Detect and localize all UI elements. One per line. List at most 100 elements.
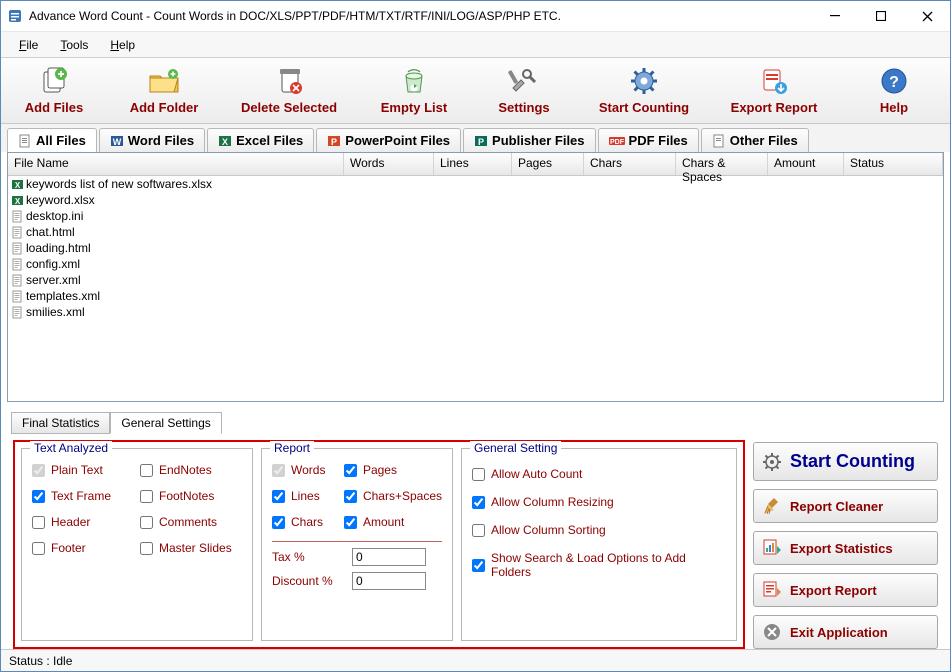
tab-all-files[interactable]: All Files: [7, 128, 97, 152]
file-type-icon: [10, 226, 24, 239]
table-row[interactable]: Xkeywords list of new softwares.xlsx: [8, 176, 943, 192]
tab-general-settings[interactable]: General Settings: [110, 412, 221, 434]
col-chars[interactable]: Chars: [584, 153, 676, 175]
chk-column-sorting[interactable]: Allow Column Sorting: [472, 523, 726, 537]
table-row[interactable]: chat.html: [8, 224, 943, 240]
start-counting-button[interactable]: Start Counting: [581, 62, 707, 117]
report-group: Report Words Pages Lines Chars+Spaces Ch…: [261, 448, 453, 641]
chk-show-search-load[interactable]: Show Search & Load Options to Add Folder…: [472, 551, 726, 579]
chk-chars-spaces[interactable]: Chars+Spaces: [344, 489, 442, 503]
lower-panel: Text Analyzed Plain Text EndNotes Text F…: [7, 440, 944, 649]
svg-text:?: ?: [889, 74, 899, 91]
chk-lines[interactable]: Lines: [272, 489, 338, 503]
chk-words[interactable]: Words: [272, 463, 338, 477]
file-name-cell: chat.html: [24, 225, 75, 239]
publisher-icon: P: [474, 134, 488, 148]
titlebar: Advance Word Count - Count Words in DOC/…: [1, 1, 950, 32]
grid-body[interactable]: Xkeywords list of new softwares.xlsxXkey…: [8, 176, 943, 401]
export-report-side-button[interactable]: Export Report: [753, 573, 938, 607]
menu-file[interactable]: File: [9, 36, 48, 54]
tax-input[interactable]: [352, 548, 426, 566]
chk-column-resizing[interactable]: Allow Column Resizing: [472, 495, 726, 509]
table-row[interactable]: loading.html: [8, 240, 943, 256]
file-name-cell: keyword.xlsx: [24, 193, 95, 207]
start-counting-main-button[interactable]: Start Counting: [753, 442, 938, 481]
tab-pdf-files[interactable]: PDFPDF Files: [598, 128, 699, 152]
tab-publisher-files[interactable]: PPublisher Files: [463, 128, 595, 152]
export-icon: [759, 66, 789, 96]
table-row[interactable]: config.xml: [8, 256, 943, 272]
chk-pages[interactable]: Pages: [344, 463, 442, 477]
table-row[interactable]: templates.xml: [8, 288, 943, 304]
tab-ppt-files[interactable]: PPowerPoint Files: [316, 128, 461, 152]
empty-list-icon: [400, 66, 428, 96]
file-icon: [712, 134, 726, 148]
broom-icon: [762, 496, 782, 516]
export-stats-icon: [762, 538, 782, 558]
exit-application-button[interactable]: Exit Application: [753, 615, 938, 649]
file-type-icon: [10, 306, 24, 319]
delete-selected-button[interactable]: Delete Selected: [221, 62, 357, 117]
col-chars-spaces[interactable]: Chars & Spaces: [676, 153, 768, 175]
chk-chars[interactable]: Chars: [272, 515, 338, 529]
empty-list-button[interactable]: Empty List: [361, 62, 467, 117]
add-files-button[interactable]: Add Files: [1, 62, 107, 117]
tax-label: Tax %: [272, 550, 346, 564]
tab-word-files[interactable]: WWord Files: [99, 128, 205, 152]
svg-text:P: P: [478, 137, 484, 147]
col-status[interactable]: Status: [844, 153, 943, 175]
tab-excel-files[interactable]: XExcel Files: [207, 128, 314, 152]
close-button[interactable]: [904, 1, 950, 31]
file-name-cell: smilies.xml: [24, 305, 85, 319]
gear-icon: [629, 66, 659, 96]
chk-auto-count[interactable]: Allow Auto Count: [472, 467, 726, 481]
file-icon: [18, 134, 32, 148]
chk-footer[interactable]: Footer: [32, 541, 134, 555]
lower-tabs: Final Statistics General Settings: [11, 412, 950, 434]
file-type-icon: X: [10, 194, 24, 207]
chk-comments[interactable]: Comments: [140, 515, 242, 529]
svg-text:X: X: [222, 137, 228, 147]
file-grid: File Name Words Lines Pages Chars Chars …: [7, 152, 944, 402]
gear-icon: [762, 452, 782, 472]
menu-help[interactable]: Help: [100, 36, 145, 54]
discount-input[interactable]: [352, 572, 426, 590]
tab-other-files[interactable]: Other Files: [701, 128, 809, 152]
status-text: Status : Idle: [9, 654, 72, 668]
col-filename[interactable]: File Name: [8, 153, 344, 175]
chk-amount[interactable]: Amount: [344, 515, 442, 529]
help-button[interactable]: ? Help: [841, 62, 947, 117]
settings-button[interactable]: Settings: [471, 62, 577, 117]
table-row[interactable]: desktop.ini: [8, 208, 943, 224]
export-report-button[interactable]: Export Report: [711, 62, 837, 117]
tab-final-statistics[interactable]: Final Statistics: [11, 412, 110, 434]
chk-master-slides[interactable]: Master Slides: [140, 541, 242, 555]
chk-endnotes[interactable]: EndNotes: [140, 463, 242, 477]
chk-text-frame[interactable]: Text Frame: [32, 489, 134, 503]
col-words[interactable]: Words: [344, 153, 434, 175]
file-name-cell: keywords list of new softwares.xlsx: [24, 177, 212, 191]
report-cleaner-button[interactable]: Report Cleaner: [753, 489, 938, 523]
col-lines[interactable]: Lines: [434, 153, 512, 175]
table-row[interactable]: smilies.xml: [8, 304, 943, 320]
chk-header[interactable]: Header: [32, 515, 134, 529]
chk-footnotes[interactable]: FootNotes: [140, 489, 242, 503]
text-analyzed-group: Text Analyzed Plain Text EndNotes Text F…: [21, 448, 253, 641]
help-icon: ?: [880, 67, 908, 95]
menu-tools[interactable]: Tools: [50, 36, 98, 54]
file-type-icon: [10, 258, 24, 271]
table-row[interactable]: server.xml: [8, 272, 943, 288]
col-pages[interactable]: Pages: [512, 153, 584, 175]
add-folder-button[interactable]: Add Folder: [111, 62, 217, 117]
maximize-button[interactable]: [858, 1, 904, 31]
file-name-cell: loading.html: [24, 241, 91, 255]
export-statistics-button[interactable]: Export Statistics: [753, 531, 938, 565]
file-name-cell: templates.xml: [24, 289, 100, 303]
menubar: File Tools Help: [1, 32, 950, 58]
minimize-button[interactable]: [812, 1, 858, 31]
chk-plain-text[interactable]: Plain Text: [32, 463, 134, 477]
exit-icon: [762, 622, 782, 642]
table-row[interactable]: Xkeyword.xlsx: [8, 192, 943, 208]
delete-icon: [274, 66, 304, 96]
col-amount[interactable]: Amount: [768, 153, 844, 175]
